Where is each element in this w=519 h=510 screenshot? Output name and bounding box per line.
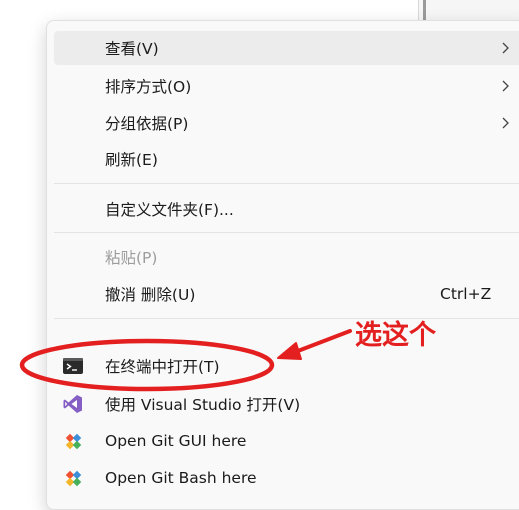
menu-item-refresh[interactable]: 刷新(E) xyxy=(54,142,519,176)
chevron-right-icon xyxy=(502,42,509,54)
menu-item-sort-by-label: 排序方式(O) xyxy=(105,78,192,96)
menu-item-undo-delete-label: 撤消 删除(U) xyxy=(105,286,196,304)
menu-item-open-git-bash-label: Open Git Bash here xyxy=(105,469,257,487)
menu-item-undo-shortcut: Ctrl+Z xyxy=(440,285,492,303)
menu-item-open-git-bash[interactable]: Open Git Bash here xyxy=(54,461,519,495)
menu-item-view-label: 查看(V) xyxy=(105,40,159,58)
git-icon xyxy=(65,470,82,487)
menu-item-open-with-visual-studio-label: 使用 Visual Studio 打开(V) xyxy=(105,396,301,414)
menu-item-paste-label: 粘贴(P) xyxy=(105,249,158,267)
menu-item-open-in-terminal-label: 在终端中打开(T) xyxy=(105,358,220,376)
menu-item-customize-folder-label: 自定义文件夹(F)... xyxy=(105,201,234,219)
annotation-text: 选这个 xyxy=(355,320,436,351)
menu-separator xyxy=(54,318,519,319)
chevron-right-icon xyxy=(502,117,509,129)
menu-item-sort-by[interactable]: 排序方式(O) xyxy=(54,69,519,103)
menu-item-undo-delete[interactable]: 撤消 删除(U) Ctrl+Z xyxy=(54,277,519,311)
menu-item-open-with-visual-studio[interactable]: 使用 Visual Studio 打开(V) xyxy=(54,387,519,421)
menu-item-paste: 粘贴(P) xyxy=(54,240,519,274)
menu-item-customize-folder[interactable]: 自定义文件夹(F)... xyxy=(54,192,519,226)
git-icon xyxy=(65,433,82,450)
menu-separator xyxy=(54,183,519,184)
visual-studio-icon xyxy=(63,395,82,413)
menu-item-group-by-label: 分组依据(P) xyxy=(105,115,189,133)
menu-item-open-git-gui-label: Open Git GUI here xyxy=(105,432,247,450)
menu-item-refresh-label: 刷新(E) xyxy=(105,151,158,169)
background-window-edge xyxy=(418,0,519,22)
terminal-icon xyxy=(63,358,83,374)
menu-item-open-in-terminal[interactable]: 在终端中打开(T) xyxy=(54,349,519,383)
menu-item-view[interactable]: 查看(V) xyxy=(54,31,519,65)
chevron-right-icon xyxy=(502,80,509,92)
scrollbar-thumb xyxy=(423,0,426,22)
menu-separator xyxy=(54,232,519,233)
menu-item-open-git-gui[interactable]: Open Git GUI here xyxy=(54,424,519,458)
menu-item-group-by[interactable]: 分组依据(P) xyxy=(54,106,519,140)
